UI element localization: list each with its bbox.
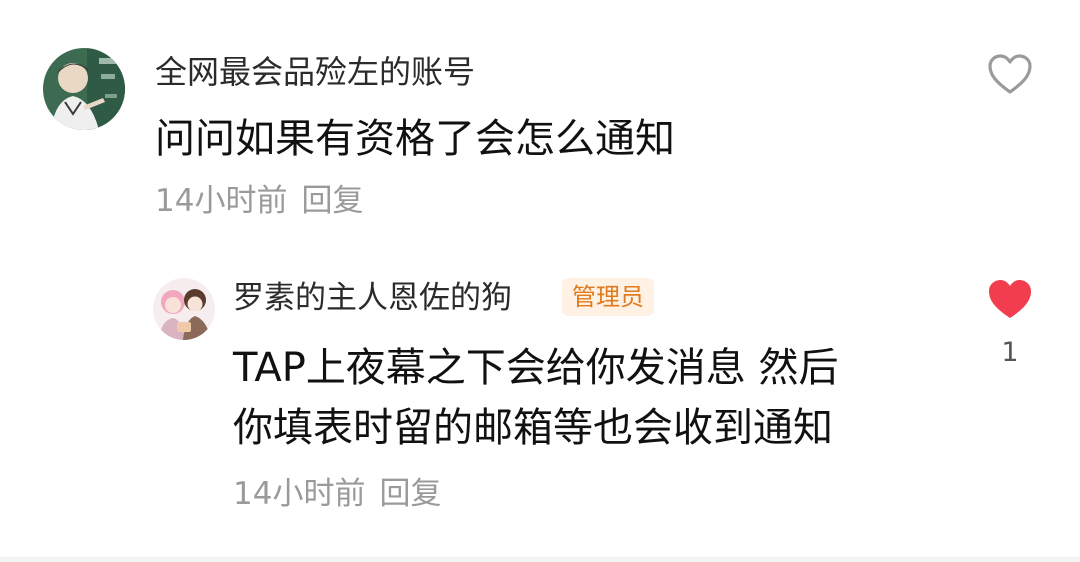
reply-text: TAP上夜幕之下会给你发消息 然后 你填表时留的邮箱等也会收到通知 [233,338,933,458]
reply-meta: 14小时前 回复 [233,475,441,513]
avatar-image [43,48,125,130]
like-count: 1 [1001,337,1019,368]
heart-outline-icon [988,54,1032,94]
reply-item: 罗素的主人恩佐的狗 管理员 TAP上夜幕之下会给你发消息 然后 你填表时留的邮箱… [0,250,1080,562]
comment-item: 全网最会品殓左的账号 问问如果有资格了会怎么通知 14小时前 回复 [0,0,1080,250]
reply-username[interactable]: 罗素的主人恩佐的狗 [233,278,512,318]
reply-button[interactable]: 回复 [379,476,441,512]
comment-text: 问问如果有资格了会怎么通知 [155,116,675,162]
avatar[interactable] [153,278,215,340]
heart-filled-icon [989,280,1031,318]
avatar[interactable] [43,48,125,130]
reply-button[interactable]: 回复 [301,183,363,219]
like-button[interactable] [986,277,1034,321]
avatar-image [153,278,215,340]
like-button[interactable] [986,52,1034,96]
comment-meta: 14小时前 回复 [155,182,363,220]
reply-time: 14小时前 [233,476,366,512]
divider [0,557,1080,562]
admin-badge: 管理员 [562,278,654,316]
reply-text-line: TAP上夜幕之下会给你发消息 然后 [233,345,839,391]
comment-time: 14小时前 [155,183,288,219]
reply-text-line: 你填表时留的邮箱等也会收到通知 [233,405,833,451]
comment-username[interactable]: 全网最会品殓左的账号 [155,52,475,92]
